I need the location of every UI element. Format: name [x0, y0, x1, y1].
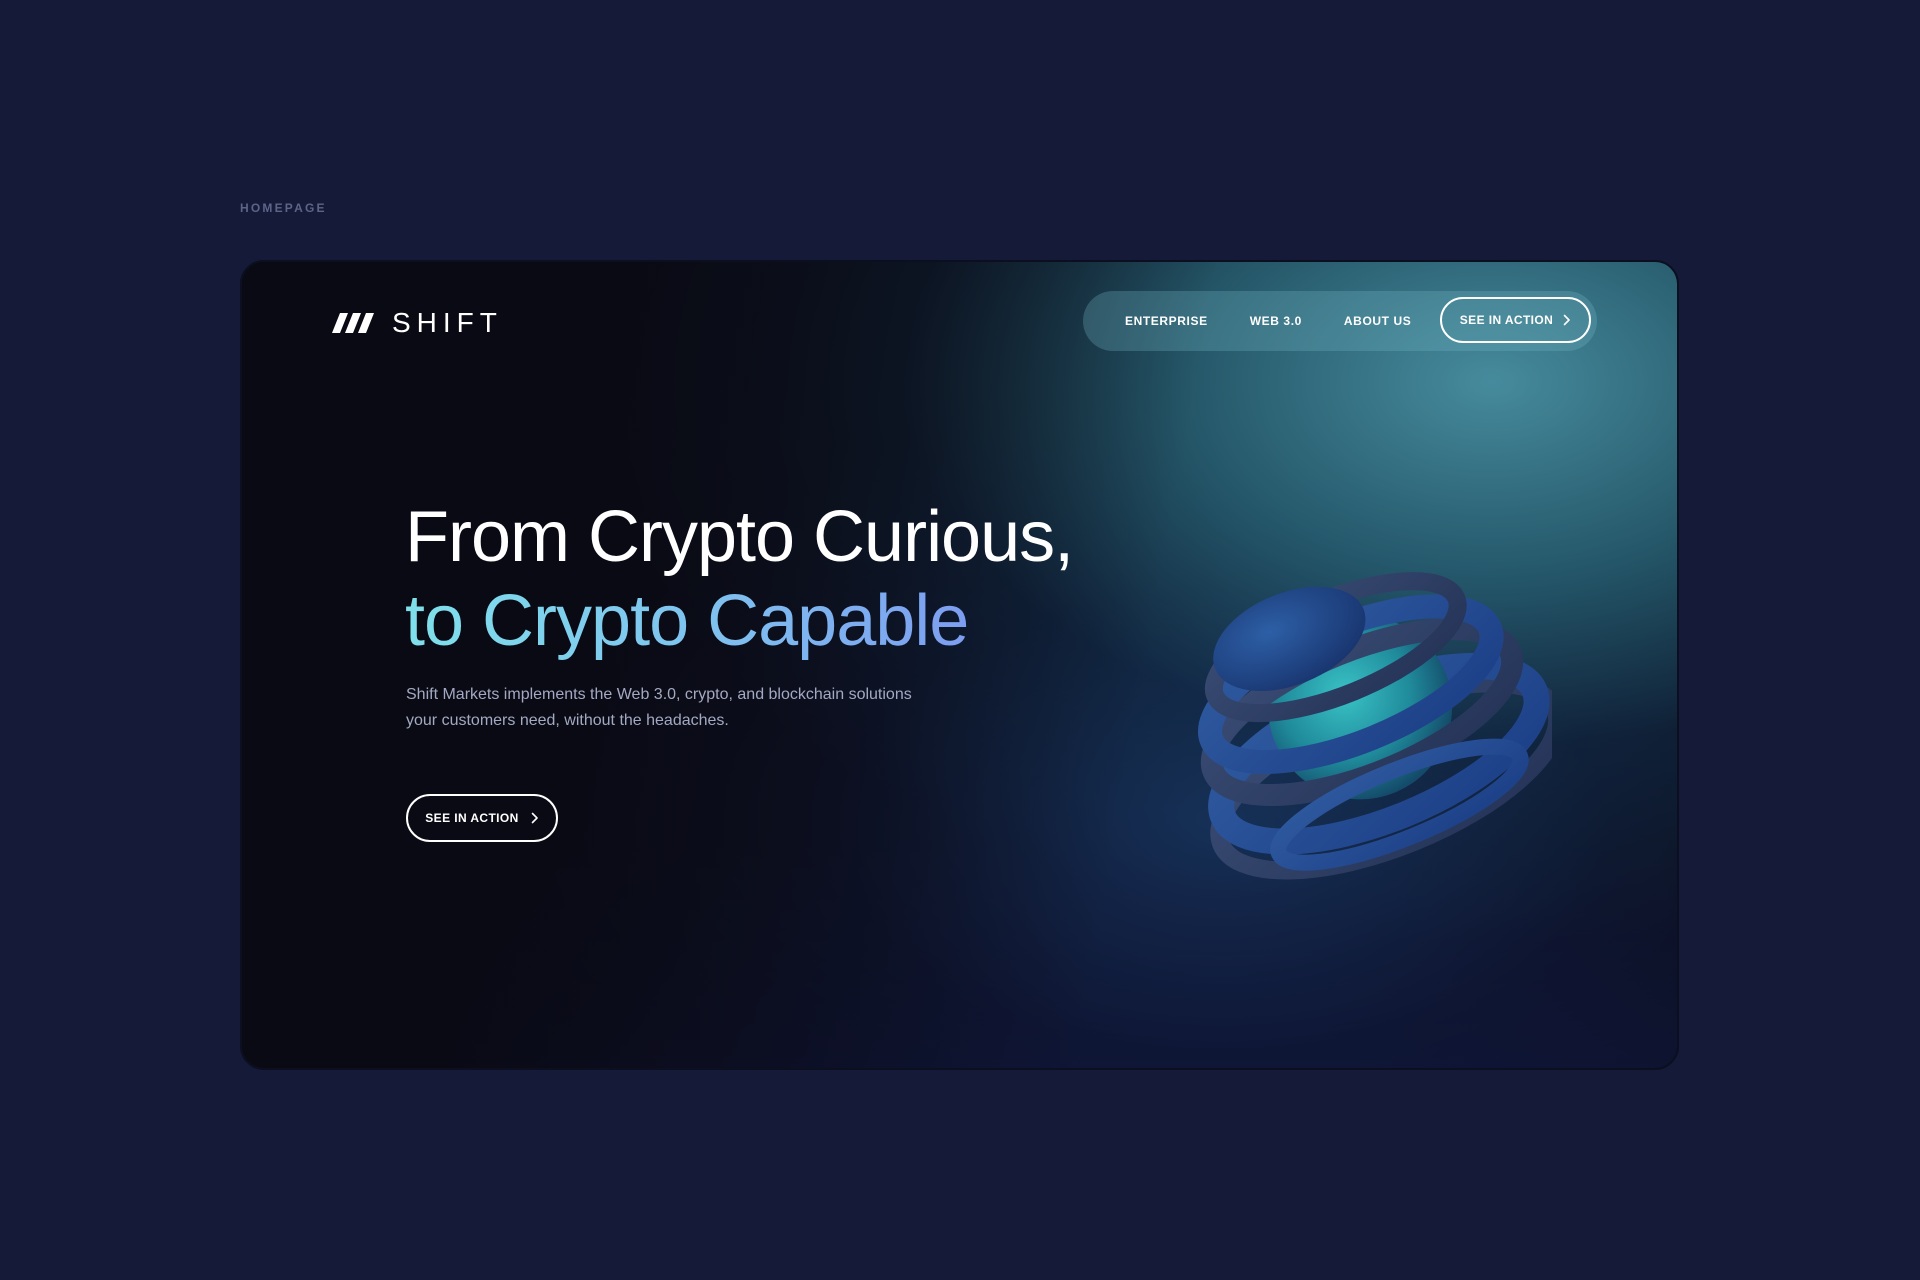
homepage-preview-frame: SHIFT ENTERPRISE WEB 3.0 ABOUT US SEE IN… [240, 260, 1679, 1070]
hero-headline: From Crypto Curious, to Crypto Capable [405, 495, 1074, 663]
nav-cta-label: SEE IN ACTION [1459, 313, 1554, 327]
brand-name: SHIFT [392, 307, 503, 338]
hero-see-in-action-button[interactable]: SEE IN ACTION [406, 794, 558, 842]
brand-logo[interactable]: SHIFT [332, 307, 503, 339]
subtext-line-2: your customers need, without the headach… [406, 712, 729, 729]
hero-cta-label: SEE IN ACTION [425, 811, 519, 825]
nav-item-enterprise[interactable]: ENTERPRISE [1125, 314, 1208, 328]
headline-line-2: to Crypto Capable [405, 579, 1073, 663]
page-label: HOMEPAGE [240, 201, 327, 215]
hero-subtext: Shift Markets implements the Web 3.0, cr… [406, 682, 966, 734]
nav-see-in-action-button[interactable]: SEE IN ACTION [1440, 297, 1591, 343]
chevron-right-icon [531, 812, 538, 824]
shift-slashes-logo-icon [332, 313, 374, 333]
subtext-line-1: Shift Markets implements the Web 3.0, cr… [406, 686, 912, 703]
ringed-sphere-illustration [1197, 572, 1552, 880]
headline-line-1: From Crypto Curious, [405, 497, 1074, 577]
top-navigation: ENTERPRISE WEB 3.0 ABOUT US SEE IN ACTIO… [1083, 291, 1597, 351]
chevron-right-icon [1563, 314, 1571, 326]
nav-item-web3[interactable]: WEB 3.0 [1250, 314, 1302, 328]
nav-item-about-us[interactable]: ABOUT US [1344, 314, 1411, 328]
